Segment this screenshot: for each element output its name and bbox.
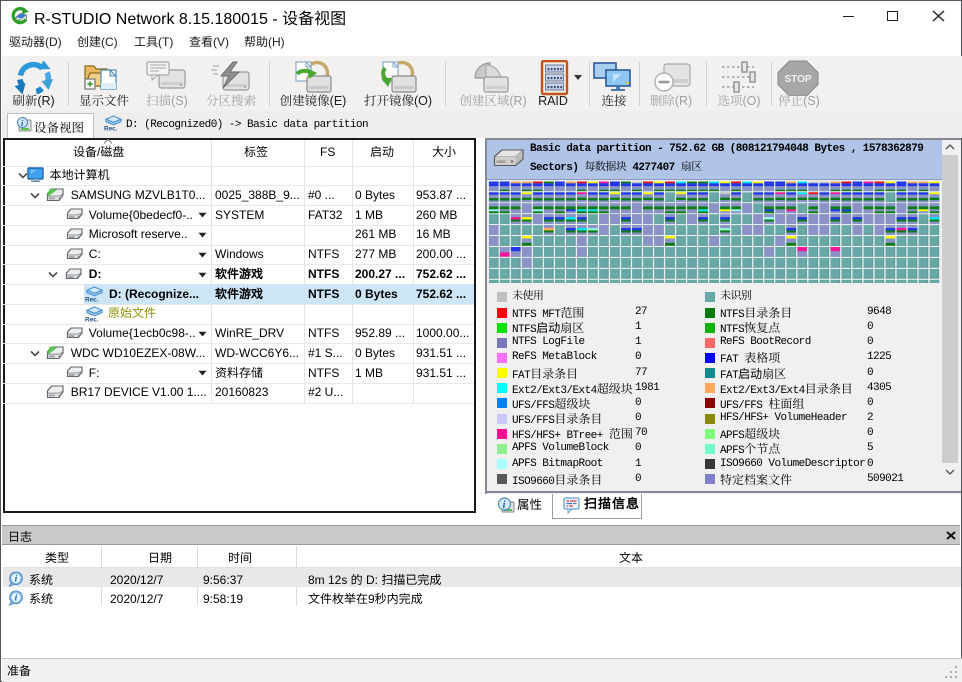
svg-text:Rec.: Rec. [104, 126, 118, 133]
svg-text:Rec.: Rec. [85, 316, 99, 323]
svg-text:STOP: STOP [784, 74, 811, 85]
svg-text:Rec.: Rec. [85, 296, 99, 303]
svg-text:i: i [503, 500, 506, 511]
svg-text:i: i [15, 574, 18, 584]
svg-text:i: i [15, 594, 18, 604]
